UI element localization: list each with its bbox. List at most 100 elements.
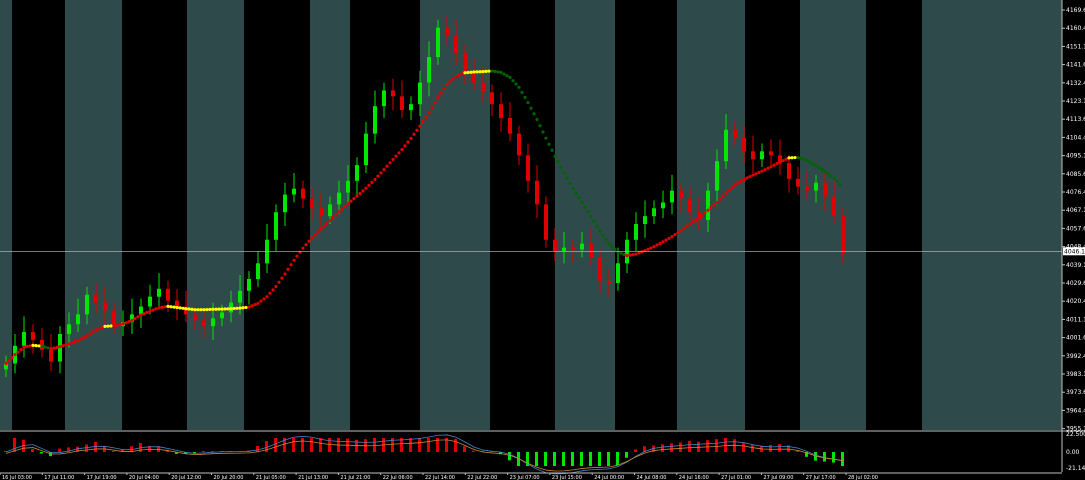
chart-svg[interactable]: 4169.65 4160.40 4151.15 4141.65 4132.40 4123.…	[0, 0, 1085, 480]
ma-dot	[694, 218, 698, 222]
ma-dot	[262, 297, 266, 301]
ma-dot	[487, 69, 491, 73]
oscillator-bar	[373, 438, 376, 452]
ma-dot	[595, 224, 599, 228]
ma-dot	[157, 306, 161, 310]
ma-dot	[304, 243, 308, 247]
price-tick-label: 4160.40	[1066, 25, 1085, 32]
candle-body	[706, 190, 710, 221]
ma-dot	[781, 158, 785, 163]
ma-dot	[541, 130, 545, 134]
ma-dot	[124, 321, 128, 325]
candle-body	[643, 216, 647, 225]
ma-dot	[241, 306, 245, 310]
ma-dot	[667, 236, 671, 240]
price-chart[interactable]: 4169.65 4160.40 4151.15 4141.65 4132.40 4123.…	[0, 0, 1085, 480]
time-tick-label: 22 Jul 22:00	[467, 475, 497, 480]
ma-dot	[643, 248, 647, 253]
ma-dot	[754, 172, 758, 176]
candle-body	[238, 290, 242, 303]
ma-dot	[700, 213, 704, 217]
ma-dot	[757, 170, 761, 175]
price-tick-label: 4039.15	[1066, 262, 1085, 269]
ma-dot	[301, 246, 305, 250]
ma-dot	[724, 191, 728, 195]
candle-body	[301, 188, 305, 199]
price-tick-label: 4057.65	[1066, 225, 1085, 232]
price-tick-label: 4067.15	[1066, 207, 1085, 214]
ma-dot	[412, 132, 416, 136]
ma-dot	[619, 251, 623, 255]
ma-dot	[88, 332, 92, 336]
ma-dot	[586, 210, 590, 214]
ma-dot	[478, 70, 482, 74]
ma-dot	[370, 180, 374, 184]
ma-dot	[628, 253, 632, 257]
candle-body	[715, 161, 719, 191]
ma-dot	[733, 183, 737, 187]
ma-dot	[94, 328, 98, 332]
ma-dot	[133, 317, 137, 321]
ma-dot	[277, 280, 281, 284]
ma-dot	[361, 189, 365, 193]
time-tick-label: 17 Jul 19:00	[87, 475, 117, 480]
candle-body	[571, 247, 575, 250]
ma-dot	[31, 343, 35, 347]
ma-dot	[289, 263, 293, 267]
ma-dot	[403, 144, 407, 148]
ma-dot	[187, 307, 191, 311]
ma-dot	[562, 171, 566, 175]
ma-dot	[295, 254, 299, 258]
candle-body	[517, 133, 521, 156]
ma-dot	[496, 70, 500, 74]
ma-dot	[658, 241, 662, 246]
ma-dot	[406, 140, 410, 144]
ma-dot	[280, 276, 284, 280]
ma-dot	[499, 70, 503, 74]
time-tick-label: 21 Jul 05:00	[256, 475, 286, 480]
candle-body	[787, 163, 791, 179]
price-tick-label: 4113.65	[1066, 116, 1085, 123]
time-tick-label: 27 Jul 09:00	[763, 475, 793, 480]
price-tick-label: 4001.65	[1066, 335, 1085, 342]
ma-dot	[493, 69, 497, 74]
ma-dot	[358, 191, 362, 196]
time-tick-label: 22 Jul 14:00	[425, 475, 455, 480]
oscillator-bar	[418, 438, 421, 452]
candle-body	[463, 53, 467, 71]
ma-dot	[520, 90, 524, 95]
price-tick-label: 4085.65	[1066, 171, 1085, 178]
ma-dot	[649, 246, 653, 250]
candle-body	[76, 314, 80, 325]
ma-dot	[598, 229, 602, 233]
ma-dot	[448, 80, 452, 84]
candle-body	[616, 263, 620, 283]
candle-body	[823, 182, 827, 197]
ma-dot	[97, 327, 101, 331]
candle-body	[598, 257, 602, 281]
session-band	[187, 0, 244, 430]
oscillator-bar	[274, 438, 277, 452]
candle-body	[652, 208, 656, 217]
ma-dot	[481, 69, 485, 74]
ma-dot	[250, 304, 254, 308]
ma-dot	[472, 70, 476, 74]
ma-dot	[73, 340, 77, 344]
candle-body	[157, 288, 161, 297]
price-tick-label: 3973.65	[1066, 389, 1085, 396]
ma-dot	[613, 247, 617, 251]
ma-dot	[550, 148, 554, 152]
ma-dot	[607, 242, 611, 246]
ma-dot	[745, 176, 749, 180]
time-tick-label: 16 Jul 03:00	[2, 475, 32, 480]
ma-dot	[436, 95, 440, 99]
time-tick-label: 17 Jul 11:00	[44, 475, 74, 480]
candle-body	[670, 190, 674, 203]
ma-dot	[409, 136, 413, 140]
oscillator-tick-label: 0.00	[1066, 449, 1080, 456]
time-tick-label: 27 Jul 17:00	[806, 475, 836, 480]
ma-dot	[46, 346, 50, 350]
oscillator-bar	[616, 452, 619, 466]
oscillator-bar	[796, 451, 799, 452]
ma-dot	[751, 173, 755, 177]
